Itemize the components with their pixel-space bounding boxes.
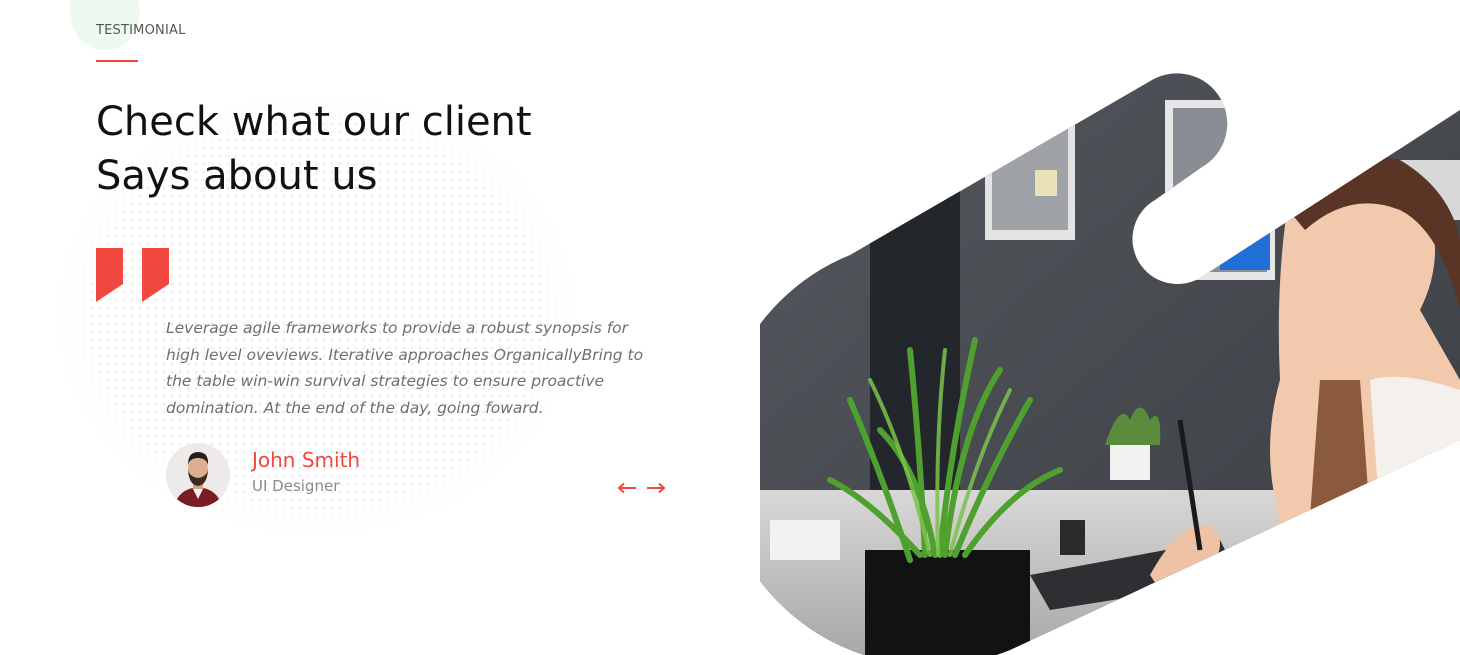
next-testimonial-button[interactable] bbox=[645, 478, 667, 498]
office-photo bbox=[760, 50, 1460, 655]
section-title: Check what our client Says about us bbox=[96, 95, 656, 203]
arrow-left-icon bbox=[617, 482, 636, 494]
testimonial-section: TESTIMONIAL Check what our client Says a… bbox=[0, 0, 1460, 655]
section-eyebrow: TESTIMONIAL bbox=[96, 23, 186, 38]
eyebrow-underline bbox=[96, 60, 138, 62]
testimonial-quote: Leverage agile frameworks to provide a r… bbox=[166, 319, 644, 417]
quote-icon bbox=[96, 248, 170, 308]
arrow-right-icon bbox=[647, 482, 666, 494]
section-title-line-1: Check what our client bbox=[96, 99, 532, 145]
author-avatar bbox=[166, 443, 230, 507]
author-role: UI Designer bbox=[252, 477, 340, 495]
prev-testimonial-button[interactable] bbox=[616, 478, 638, 498]
author-name: John Smith bbox=[252, 448, 361, 472]
section-title-line-2: Says about us bbox=[96, 153, 378, 199]
